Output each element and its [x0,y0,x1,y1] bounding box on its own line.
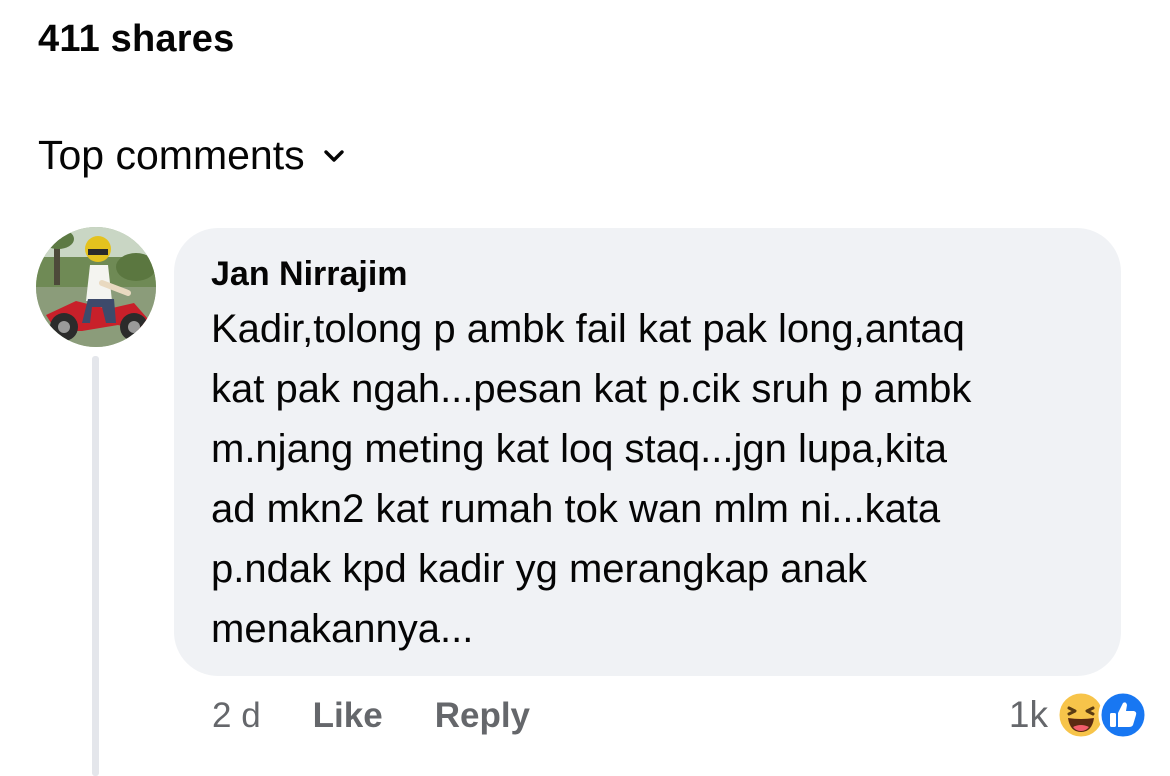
sort-label: Top comments [38,132,305,178]
comment-timestamp[interactable]: 2 d [212,696,261,736]
comment-bubble: Jan Nirrajim Kadir,tolong p ambk fail ka… [174,228,1121,676]
sort-comments-dropdown[interactable]: Top comments [38,132,345,179]
avatar-photo [36,227,156,347]
thread-line [92,356,99,776]
comment-author[interactable]: Jan Nirrajim [211,254,1087,294]
commenter-avatar[interactable] [36,227,156,347]
shares-count[interactable]: 411 shares [38,18,234,61]
reaction-icons [1056,690,1148,740]
chevron-down-icon [323,149,344,162]
comment-text: Kadir,tolong p ambk fail kat pak long,an… [211,307,972,651]
reaction-summary[interactable]: 1k [1009,690,1148,740]
comment-actions: 2 d Like Reply [212,696,530,736]
like-button[interactable]: Like [313,696,383,736]
reaction-count: 1k [1008,694,1048,735]
like-icon [1098,690,1148,740]
reply-button[interactable]: Reply [435,696,530,736]
